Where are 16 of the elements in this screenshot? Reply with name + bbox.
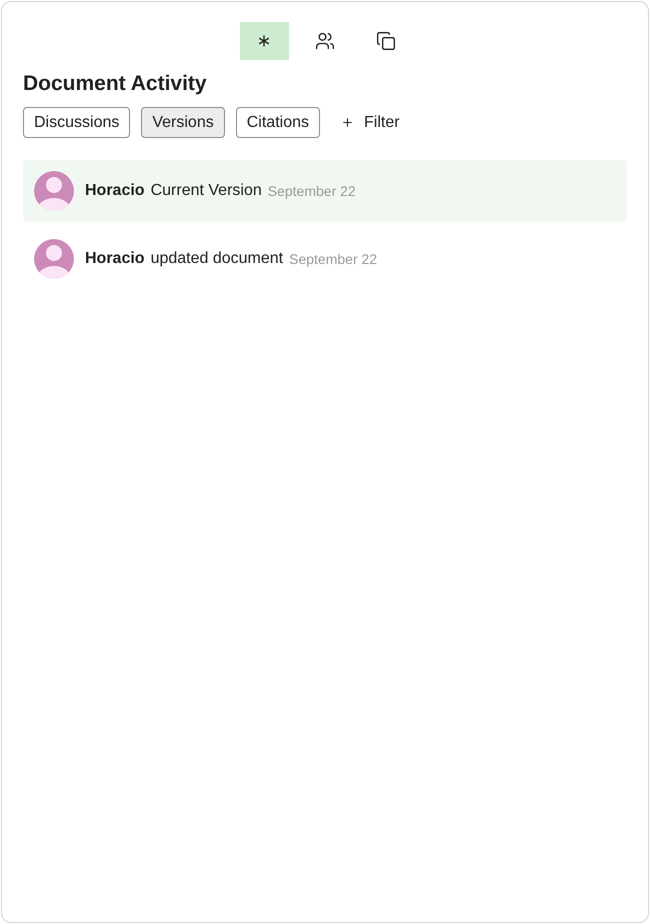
activity-item[interactable]: Horacio Current Version September 22 <box>23 160 627 222</box>
avatar-icon <box>34 239 74 279</box>
panel-title: Document Activity <box>23 71 208 97</box>
add-filter-button[interactable]: Filter <box>340 110 400 134</box>
plus-icon <box>340 116 354 129</box>
filter-chip[interactable]: Discussions <box>23 107 130 138</box>
activity-date: September 22 <box>268 182 356 201</box>
activity-text: Current Version <box>150 181 262 201</box>
activity-text: updated document <box>150 249 284 269</box>
activity-date: September 22 <box>289 250 378 269</box>
activity-user: Horacio <box>85 181 145 201</box>
people-icon <box>315 31 335 51</box>
avatar-icon <box>34 171 74 211</box>
activity-user: Horacio <box>85 249 145 269</box>
filter-chip[interactable]: Citations <box>236 107 320 138</box>
filter-chip[interactable]: Versions <box>141 107 225 138</box>
